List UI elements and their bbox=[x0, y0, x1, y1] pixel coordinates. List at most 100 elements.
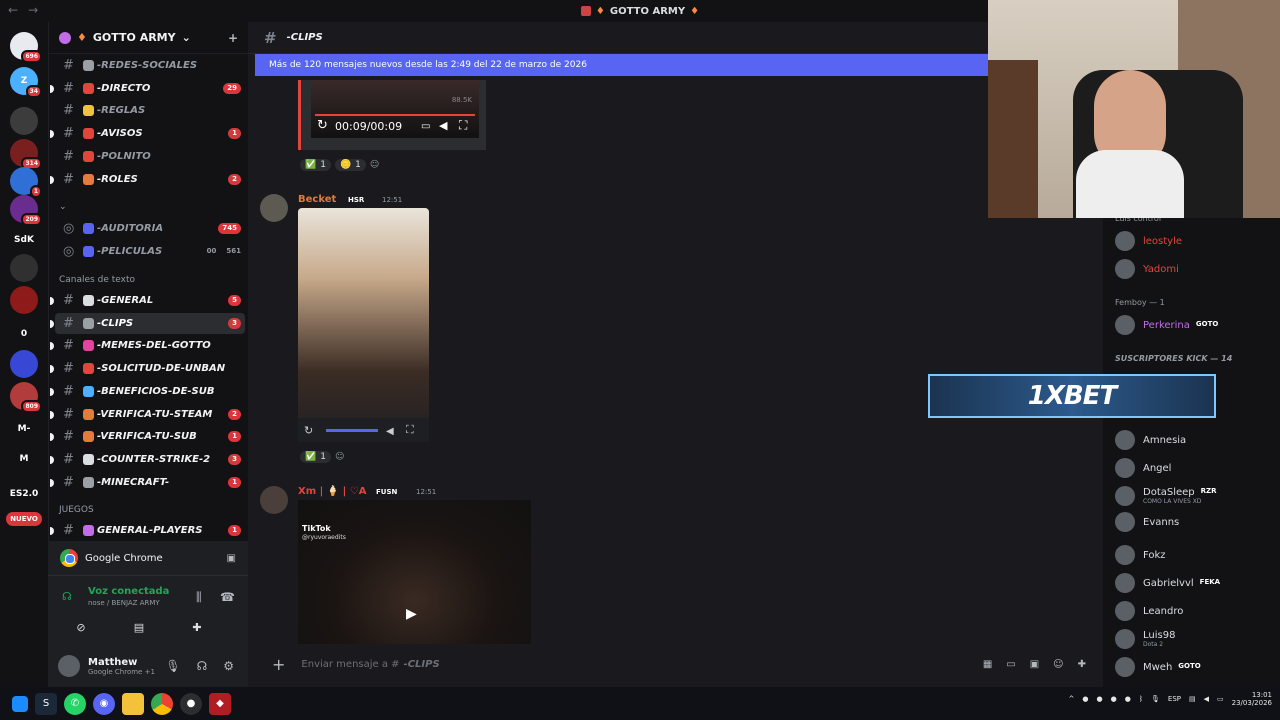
server-icon-15[interactable]: NUEVO bbox=[6, 512, 42, 526]
member-item[interactable]: Luis98 Dota 2 bbox=[1115, 628, 1175, 650]
channel-item[interactable]: ◎ -PELICULAS 00 561 bbox=[55, 241, 245, 262]
server-icon-7[interactable] bbox=[10, 254, 38, 282]
file-explorer-icon[interactable] bbox=[122, 692, 144, 715]
server-icon-13[interactable]: M bbox=[10, 445, 38, 473]
server-icon-9[interactable]: 0 bbox=[10, 320, 38, 348]
avatar[interactable] bbox=[58, 655, 80, 677]
battery-icon[interactable]: ▭ bbox=[1217, 695, 1224, 703]
tray-mic-icon[interactable]: 🎙 bbox=[1151, 695, 1160, 703]
server-icon-8[interactable] bbox=[10, 286, 38, 314]
channel-item[interactable]: # -COUNTER-STRIKE-2 3 bbox=[55, 449, 245, 470]
fullscreen-icon[interactable]: ⛶ bbox=[459, 118, 467, 133]
stream-app-bar[interactable]: Google Chrome ▣ bbox=[48, 541, 248, 575]
server-icon-5[interactable]: 209 bbox=[10, 195, 42, 226]
message-composer[interactable]: + Enviar mensaje a # -CLIPS ▦ ▭ ▣ ☺ ✚ bbox=[264, 650, 1092, 678]
channel-item[interactable]: # -REDES-SOCIALES bbox=[55, 55, 245, 76]
member-item[interactable]: Mweh GOTO bbox=[1115, 656, 1201, 678]
captions-icon[interactable]: ▭ bbox=[421, 121, 430, 132]
add-member-icon[interactable]: + bbox=[228, 31, 238, 45]
channel-item[interactable]: # -REGLAS bbox=[55, 100, 245, 121]
channel-item[interactable]: # -CLIPS 3 bbox=[55, 312, 245, 334]
fullscreen-icon[interactable]: ⛶ bbox=[406, 423, 414, 437]
noise-suppression-icon[interactable]: ⫼ bbox=[196, 590, 202, 605]
channel-item[interactable]: # -VERIFICA-TU-STEAM 2 bbox=[55, 404, 245, 425]
replay-icon[interactable]: ↻ bbox=[304, 424, 313, 437]
server-icon-3[interactable]: 314 bbox=[10, 139, 42, 170]
headset-icon[interactable]: ☊ bbox=[197, 659, 208, 673]
gift-icon[interactable]: ▦ bbox=[983, 659, 992, 670]
channel-item[interactable]: # -MEMES-DEL-GOTTO bbox=[55, 335, 245, 356]
windows-start-icon[interactable] bbox=[12, 695, 28, 712]
obs-icon[interactable]: ● bbox=[180, 692, 202, 715]
steam-icon[interactable]: S bbox=[35, 692, 57, 715]
server-icon-4[interactable]: 1 bbox=[10, 167, 42, 198]
progress-bar[interactable] bbox=[326, 429, 378, 432]
network-icon[interactable]: ▤ bbox=[1189, 695, 1196, 703]
chrome-icon[interactable] bbox=[151, 692, 173, 715]
screen-share-button[interactable]: ▤ bbox=[116, 616, 162, 638]
video-embed-3[interactable]: TikTok @ryuvoraedits ▶ bbox=[298, 500, 531, 644]
avatar[interactable] bbox=[260, 486, 288, 514]
disconnect-icon[interactable]: ☎ bbox=[220, 590, 235, 604]
volume-icon[interactable]: ◀ bbox=[439, 119, 447, 132]
app-icon[interactable]: ◆ bbox=[209, 692, 231, 715]
clock-date[interactable]: 23/03/2026 bbox=[1232, 699, 1272, 707]
add-attachment-icon[interactable]: + bbox=[272, 655, 285, 674]
apps-icon[interactable]: ✚ bbox=[1078, 659, 1086, 670]
server-icon-0[interactable]: 696 bbox=[10, 32, 42, 63]
video-embed-2[interactable]: ↻ ◀ ⛶ bbox=[298, 208, 429, 442]
channel-item[interactable]: ◎ -AUDITORIA 745 bbox=[55, 218, 245, 239]
message-author[interactable]: Becket bbox=[298, 194, 336, 205]
member-item[interactable]: DotaSleep RZR COMO LA VIVES XD bbox=[1115, 485, 1217, 507]
camera-off-button[interactable]: ⊘ bbox=[58, 616, 104, 638]
add-reaction-icon[interactable]: ☺ bbox=[370, 160, 379, 170]
member-item[interactable]: Fokz bbox=[1115, 544, 1166, 566]
category-header[interactable]: JUEGOS bbox=[59, 505, 94, 515]
tray-discord-icon[interactable]: ● bbox=[1125, 695, 1131, 703]
whatsapp-icon[interactable]: ✆ bbox=[64, 692, 86, 715]
channel-item[interactable]: # -MINECRAFT- 1 bbox=[55, 472, 245, 493]
reaction-chip[interactable]: ✅ 1 bbox=[300, 451, 331, 463]
volume-icon[interactable]: ◀ bbox=[386, 426, 394, 437]
member-item[interactable]: leostyle bbox=[1115, 230, 1182, 252]
member-item[interactable]: Angel bbox=[1115, 457, 1171, 479]
new-messages-banner[interactable]: Más de 120 mensajes nuevos desde las 2:4… bbox=[255, 54, 988, 76]
member-item[interactable]: Gabrielvvl FEKA bbox=[1115, 572, 1220, 594]
server-icon-11[interactable]: 809 bbox=[10, 382, 42, 413]
clock-time[interactable]: 13:01 bbox=[1252, 691, 1272, 699]
discord-icon[interactable]: ◉ bbox=[93, 692, 115, 715]
back-arrow-icon[interactable]: ← bbox=[8, 3, 18, 17]
forward-arrow-icon[interactable]: → bbox=[28, 3, 38, 17]
reaction-chip[interactable]: 🪙 1 bbox=[334, 159, 366, 171]
channel-item[interactable]: # -POLNITO bbox=[55, 146, 245, 167]
tray-app-icon-2[interactable]: ● bbox=[1096, 695, 1102, 703]
emoji-icon[interactable]: ☺ bbox=[1053, 659, 1063, 670]
guild-header[interactable]: ♦ GOTTO ARMY ⌄ + bbox=[49, 22, 248, 54]
channel-item[interactable]: # -DIRECTO 29 bbox=[55, 78, 245, 99]
server-icon-12[interactable]: M- bbox=[10, 415, 38, 443]
reaction-chip[interactable]: ✅ 1 bbox=[300, 159, 331, 171]
video-embed-1[interactable]: 88.5K ↻ 00:09/00:09 ▭ ◀ ⛶ bbox=[298, 80, 486, 150]
category-header[interactable]: Canales de texto bbox=[59, 275, 135, 285]
volume-icon[interactable]: ◀ bbox=[1204, 695, 1209, 703]
channel-item[interactable]: # GENERAL-PLAYERS 1 bbox=[55, 520, 245, 541]
play-icon[interactable]: ▶ bbox=[406, 606, 417, 622]
add-reaction-icon[interactable]: ☺ bbox=[335, 452, 344, 462]
server-icon-2[interactable] bbox=[10, 107, 38, 135]
member-item[interactable]: Amnesia bbox=[1115, 429, 1186, 451]
server-icon-6[interactable]: SdK bbox=[10, 226, 38, 254]
server-icon-1[interactable]: Z 34 bbox=[10, 67, 42, 98]
gear-icon[interactable]: ⚙ bbox=[223, 659, 234, 673]
member-item[interactable]: Evanns bbox=[1115, 511, 1179, 533]
category-header[interactable]: ⌄ bbox=[59, 202, 67, 212]
channel-item[interactable]: # -AVISOS 1 bbox=[55, 123, 245, 144]
gif-icon[interactable]: ▭ bbox=[1006, 659, 1015, 670]
channel-item[interactable]: # -ROLES 2 bbox=[55, 169, 245, 190]
tray-chevron-icon[interactable]: ^ bbox=[1069, 695, 1075, 703]
channel-item[interactable]: # -GENERAL 5 bbox=[55, 290, 245, 311]
member-item[interactable]: Perkerina GOTO bbox=[1115, 314, 1218, 336]
channel-item[interactable]: # -BENEFICIOS-DE-SUB bbox=[55, 381, 245, 402]
message-author[interactable]: Xm | 🍦 | ♡A bbox=[298, 486, 367, 497]
sticker-icon[interactable]: ▣ bbox=[1030, 659, 1039, 670]
server-icon-10[interactable] bbox=[10, 350, 38, 378]
